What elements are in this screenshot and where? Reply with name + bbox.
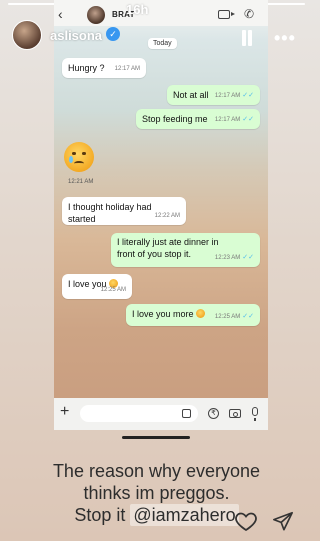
- message-outgoing: I literally just ate dinner in front of …: [111, 233, 260, 267]
- read-ticks-icon: ✓✓: [242, 313, 254, 320]
- message-input-bar: + ₹: [54, 398, 268, 430]
- payment-icon[interactable]: ₹: [208, 408, 219, 419]
- plus-icon[interactable]: +: [60, 403, 69, 421]
- message-time: 12:17 AM: [114, 66, 140, 72]
- message-time: 12:25 AM: [100, 287, 126, 293]
- message-time-text: 12:23 AM: [214, 255, 241, 261]
- message-time-text: 12:17 AM: [214, 93, 241, 99]
- home-indicator: [122, 436, 190, 439]
- share-icon[interactable]: [272, 510, 294, 532]
- emoji-mouth: [74, 161, 84, 166]
- message-time: 12:25 AM ✓✓: [215, 311, 254, 323]
- caption-line: Stop it @iamzahero: [0, 504, 313, 526]
- sticker-icon[interactable]: [182, 409, 191, 418]
- kissing-heart-face-emoji: [195, 309, 205, 318]
- message-incoming: Hungry ? 12:17 AM: [62, 58, 146, 78]
- message-incoming: I thought holiday had started 12:22 AM: [62, 197, 186, 225]
- story-username[interactable]: aslisona: [50, 28, 102, 43]
- message-outgoing: Not at all 12:17 AM ✓✓: [167, 85, 260, 105]
- read-ticks-icon: ✓✓: [242, 92, 254, 99]
- pause-icon[interactable]: [240, 30, 254, 46]
- mention-link[interactable]: @iamzahero: [130, 504, 239, 526]
- message-input[interactable]: [80, 405, 198, 422]
- microphone-icon[interactable]: [252, 407, 258, 421]
- message-time: 12:21 AM: [68, 179, 94, 185]
- message-incoming: I love you 12:25 AM: [62, 274, 132, 299]
- more-icon[interactable]: •••: [274, 28, 296, 49]
- caption-line: The reason why everyone: [52, 461, 261, 481]
- emoji-eye: [72, 152, 76, 155]
- message-time: 12:17 AM ✓✓: [215, 114, 254, 126]
- crying-face-emoji: [64, 142, 94, 172]
- caption-text: Stop it: [74, 505, 131, 525]
- story-caption: The reason why everyone thinks im preggo…: [0, 460, 313, 526]
- verified-badge-icon: ✓: [106, 27, 120, 41]
- message-text-content: I love you more: [132, 309, 194, 319]
- read-ticks-icon: ✓✓: [242, 116, 254, 123]
- message-time-text: 12:25 AM: [214, 314, 241, 320]
- message-time-text: 12:17 AM: [214, 117, 241, 123]
- message-time: 12:22 AM: [154, 213, 180, 219]
- caption-line: thinks im preggos.: [83, 483, 230, 503]
- message-outgoing: Stop feeding me 12:17 AM ✓✓: [136, 109, 260, 129]
- chat-screenshot: ‹ BRAT ✆ Today Hungry ? 12:17 AM Not at …: [54, 0, 268, 430]
- message-time: 12:23 AM ✓✓: [215, 252, 254, 264]
- camera-icon[interactable]: [229, 409, 241, 418]
- heart-icon[interactable]: [234, 509, 258, 533]
- emoji-eye: [82, 152, 86, 155]
- avatar[interactable]: [12, 20, 42, 50]
- story-time: 16h: [126, 2, 149, 17]
- message-outgoing: I love you more 12:25 AM ✓✓: [126, 304, 260, 326]
- emoji-tear: [69, 156, 73, 163]
- message-time: 12:17 AM ✓✓: [215, 90, 254, 102]
- story-header: aslisona ✓ •••: [0, 8, 313, 58]
- read-ticks-icon: ✓✓: [242, 254, 254, 261]
